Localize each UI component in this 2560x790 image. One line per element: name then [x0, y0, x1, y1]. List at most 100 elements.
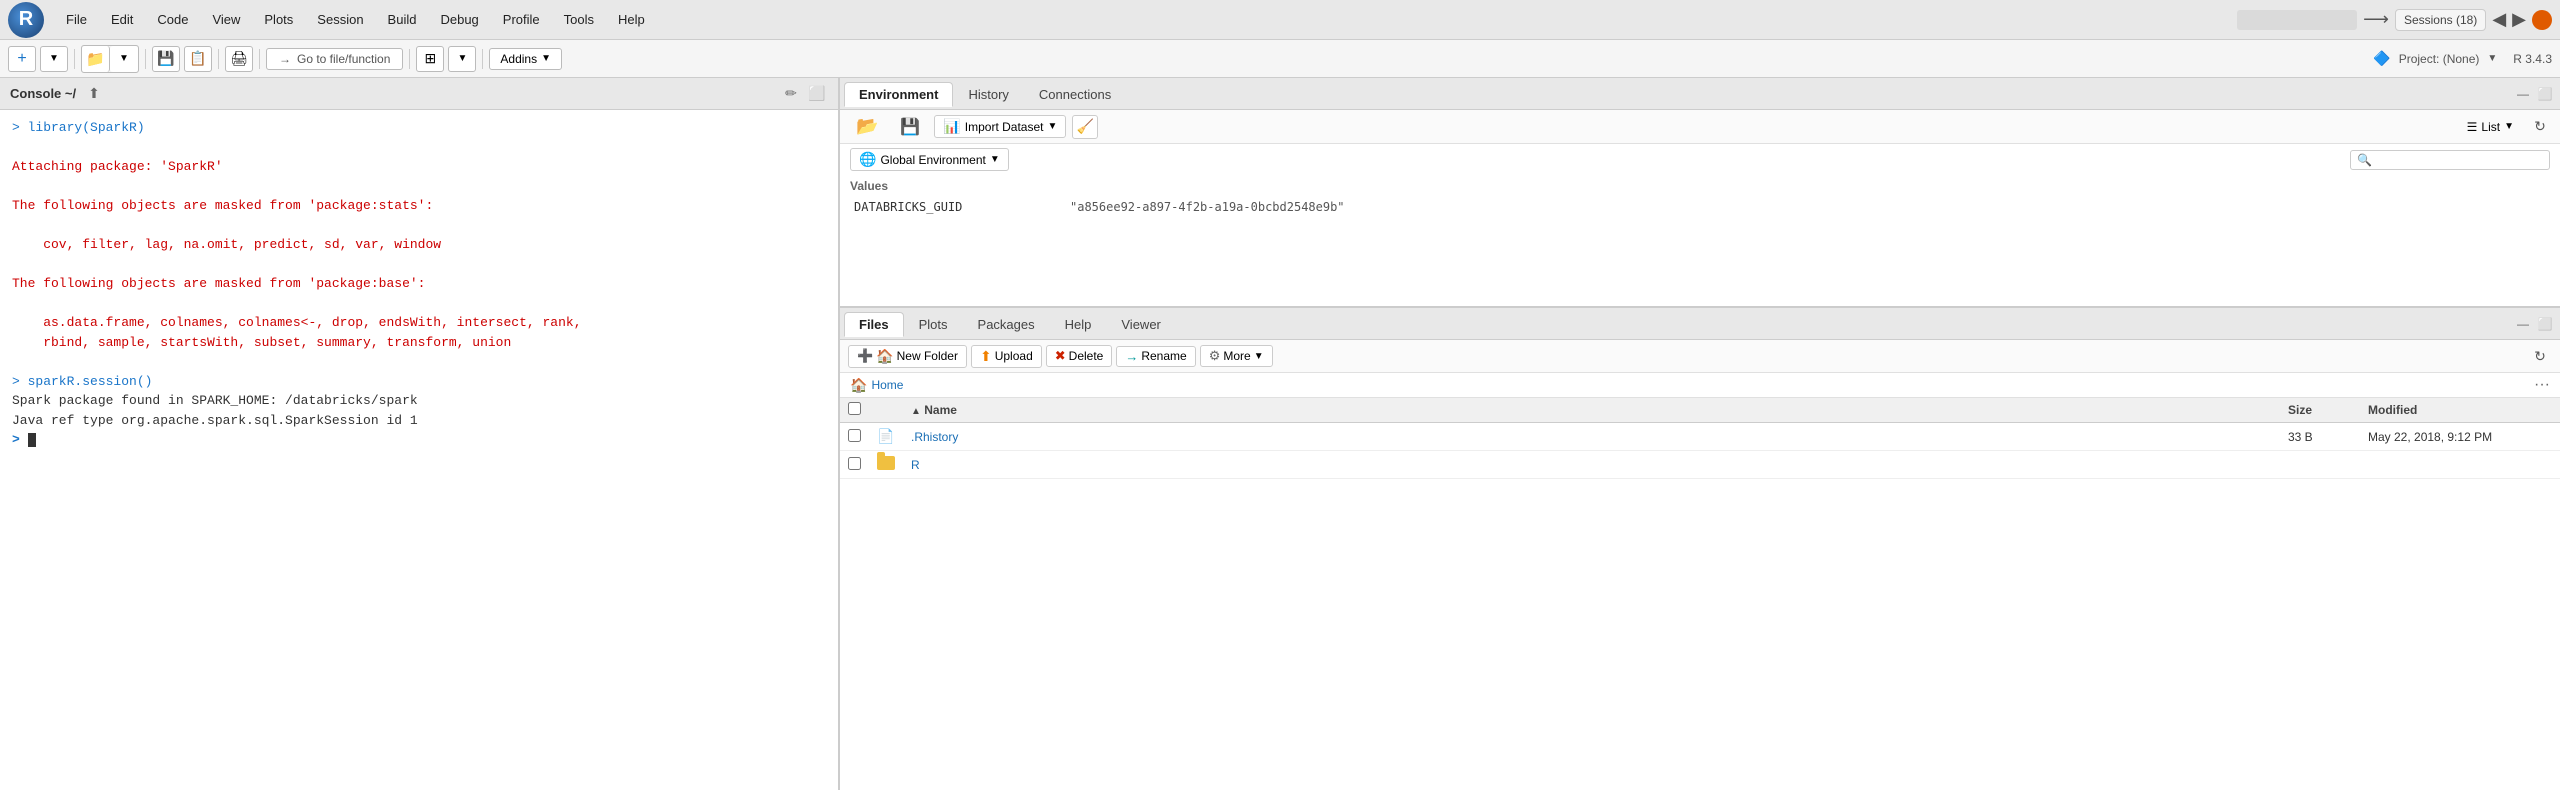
env-row-databricks[interactable]: DATABRICKS_GUID "a856ee92-a897-4f2b-a19a…: [850, 197, 2550, 217]
upload-btn[interactable]: ⬆ Upload: [971, 345, 1042, 368]
env-open-btn[interactable]: 📂: [848, 114, 886, 139]
list-view-btn[interactable]: ☰ List ▼: [2459, 118, 2522, 136]
console-header: Console ~/ ⬆ ✏ ⬜: [0, 78, 838, 110]
select-all-checkbox[interactable]: [848, 402, 861, 415]
list-label: List: [2481, 120, 2500, 134]
breadcrumb-home[interactable]: 🏠 Home: [850, 377, 903, 394]
values-label: Values: [850, 179, 2550, 193]
new-folder-btn[interactable]: ➕ 🏠 New Folder: [848, 345, 967, 368]
save-btn[interactable]: 💾: [152, 46, 180, 72]
open-folder-btn[interactable]: 📁: [82, 46, 110, 72]
save-disk-icon: 💾: [900, 117, 920, 137]
grid-dropdown-btn[interactable]: ▼: [448, 46, 476, 72]
menu-tools[interactable]: Tools: [554, 8, 604, 31]
console-content[interactable]: > library(SparkR) Attaching package: 'Sp…: [0, 110, 838, 790]
file-name-r[interactable]: R: [911, 458, 920, 472]
session-arrow-left[interactable]: ◀: [2492, 9, 2506, 30]
header-name-col[interactable]: ▲ Name: [903, 398, 2280, 423]
more-btn[interactable]: ⚙ More ▼: [1200, 345, 1273, 367]
console-pencil-icon[interactable]: ✏: [780, 83, 802, 105]
file-checkbox-r[interactable]: [848, 457, 861, 470]
new-script-btn[interactable]: +: [8, 46, 36, 72]
files-minimize-icon[interactable]: —: [2512, 313, 2534, 335]
import-dataset-btn[interactable]: 📊 Import Dataset ▼: [934, 115, 1066, 138]
menu-code[interactable]: Code: [147, 8, 198, 31]
console-line-7: rbind, sample, startsWith, subset, summa…: [12, 333, 826, 353]
env-search-input[interactable]: [2372, 153, 2543, 167]
refresh-env-btn[interactable]: ↻: [2528, 115, 2552, 139]
file-type-icon-rhistory: 📄: [877, 428, 894, 444]
rename-btn[interactable]: → Rename: [1116, 346, 1195, 367]
main-area: Console ~/ ⬆ ✏ ⬜ > library(SparkR) Attac…: [0, 78, 2560, 790]
file-name-rhistory[interactable]: .Rhistory: [911, 430, 958, 444]
go-to-file-btn[interactable]: → Go to file/function: [266, 48, 403, 70]
save-all-btn[interactable]: 📋: [184, 46, 212, 72]
new-folder-icon: ➕: [857, 348, 873, 364]
console-cursor: [28, 433, 36, 447]
global-env-btn[interactable]: 🌐 Global Environment ▼: [850, 148, 1009, 171]
console-line-blank-4: [12, 255, 826, 275]
home-icon: 🏠: [850, 377, 867, 394]
breadcrumb-more-btn[interactable]: ···: [2534, 376, 2550, 394]
r-project-icon: 🔷: [2373, 50, 2390, 67]
global-env-dropdown: ▼: [990, 154, 1000, 165]
menu-build[interactable]: Build: [378, 8, 427, 31]
console-title: Console ~/: [10, 86, 76, 101]
menu-help[interactable]: Help: [608, 8, 655, 31]
env-save-btn[interactable]: 💾: [892, 115, 928, 139]
arrow-right-icon: →: [279, 52, 291, 66]
menu-profile[interactable]: Profile: [493, 8, 550, 31]
addins-label: Addins: [500, 52, 537, 66]
menu-debug[interactable]: Debug: [430, 8, 488, 31]
env-tabs-bar: Environment History Connections — ⬜: [840, 78, 2560, 110]
console-line-blank-2: [12, 177, 826, 197]
header-checkbox-col: [840, 398, 869, 423]
tab-plots[interactable]: Plots: [904, 312, 963, 337]
menu-view[interactable]: View: [202, 8, 250, 31]
tab-viewer[interactable]: Viewer: [1106, 312, 1176, 337]
clear-env-btn[interactable]: 🧹: [1072, 115, 1098, 139]
files-table: ▲ Name Size Modified: [840, 398, 2560, 790]
console-line-9: Spark package found in SPARK_HOME: /data…: [12, 391, 826, 411]
new-dropdown-btn[interactable]: ▼: [40, 46, 68, 72]
console-maximize-icon[interactable]: ⬜: [806, 83, 828, 105]
files-maximize-icon[interactable]: ⬜: [2534, 313, 2556, 335]
env-minimize-icon[interactable]: —: [2512, 83, 2534, 105]
menubar: R File Edit Code View Plots Session Buil…: [0, 0, 2560, 40]
files-refresh-icon: ↻: [2534, 348, 2546, 365]
menu-plots[interactable]: Plots: [254, 8, 303, 31]
addins-btn[interactable]: Addins ▼: [489, 48, 562, 70]
more-dropdown-icon: ▼: [1254, 351, 1264, 362]
tab-files[interactable]: Files: [844, 312, 904, 337]
session-arrow-right[interactable]: ▶: [2512, 9, 2526, 30]
file-checkbox-rhistory[interactable]: [848, 429, 861, 442]
env-maximize-icon[interactable]: ⬜: [2534, 83, 2556, 105]
header-size-col[interactable]: Size: [2280, 398, 2360, 423]
open-dropdown-btn[interactable]: ▼: [110, 46, 138, 72]
console-line-1: > library(SparkR): [12, 118, 826, 138]
grid-view-btn[interactable]: ⊞: [416, 46, 444, 72]
tab-history[interactable]: History: [953, 82, 1023, 107]
header-modified-col[interactable]: Modified: [2360, 398, 2560, 423]
delete-btn[interactable]: ✖ Delete: [1046, 345, 1113, 367]
tab-help[interactable]: Help: [1050, 312, 1107, 337]
console-share-icon[interactable]: ⬆: [88, 85, 100, 102]
console-line-blank-1: [12, 138, 826, 158]
list-dropdown-icon: ▼: [2504, 121, 2514, 132]
console-line-blank-5: [12, 294, 826, 314]
import-dropdown-icon: ▼: [1047, 121, 1057, 132]
file-icon-cell-rhistory: 📄: [869, 423, 903, 451]
r-version-label: R 3.4.3: [2513, 52, 2552, 66]
menu-session[interactable]: Session: [307, 8, 373, 31]
menu-edit[interactable]: Edit: [101, 8, 143, 31]
sessions-button[interactable]: Sessions (18): [2395, 9, 2486, 31]
tab-connections[interactable]: Connections: [1024, 82, 1126, 107]
files-refresh-btn[interactable]: ↻: [2528, 344, 2552, 368]
console-panel-icons: ✏ ⬜: [780, 83, 828, 105]
console-line-3: The following objects are masked from 'p…: [12, 196, 826, 216]
menu-file[interactable]: File: [56, 8, 97, 31]
file-modified-r: [2360, 451, 2560, 479]
print-btn[interactable]: 🖨: [225, 46, 253, 72]
tab-environment[interactable]: Environment: [844, 82, 953, 107]
tab-packages[interactable]: Packages: [963, 312, 1050, 337]
